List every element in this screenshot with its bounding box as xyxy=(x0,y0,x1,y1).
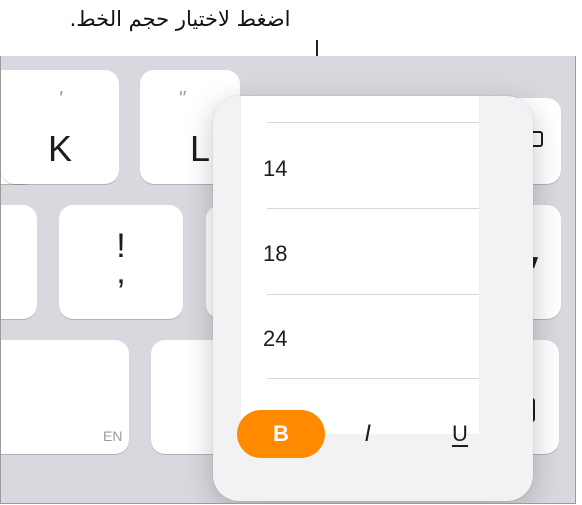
size-divider xyxy=(267,294,479,295)
bold-button[interactable]: B xyxy=(237,410,325,458)
key-punct-alt: , xyxy=(116,253,126,291)
callout-label: اضغط لاختيار حجم الخط. xyxy=(69,7,291,31)
size-divider xyxy=(267,122,479,123)
keyboard-screen: ' K " L ! , EN 14 18 24 B I U xyxy=(0,56,576,504)
key-language-label: EN xyxy=(103,428,123,444)
key-l-alt: " xyxy=(178,88,186,110)
font-size-option-24[interactable]: 24 xyxy=(263,326,287,352)
size-divider xyxy=(267,84,479,85)
font-size-list: 14 18 24 xyxy=(241,84,479,434)
size-divider xyxy=(267,208,479,209)
key-l-label: L xyxy=(190,128,211,169)
key-k[interactable]: ' K xyxy=(1,70,119,184)
key-punctuation[interactable]: ! , xyxy=(59,205,183,319)
key-left-edge-row2[interactable] xyxy=(1,205,37,319)
font-size-option-14[interactable]: 14 xyxy=(263,156,287,182)
key-language[interactable]: EN xyxy=(1,340,129,454)
font-size-option-18[interactable]: 18 xyxy=(263,241,287,267)
size-divider xyxy=(267,378,479,379)
key-k-label: K xyxy=(47,128,72,169)
underline-button[interactable]: U xyxy=(435,410,485,458)
font-size-popup: 14 18 24 B I U xyxy=(213,84,533,501)
key-k-alt: ' xyxy=(58,88,62,110)
italic-button[interactable]: I xyxy=(343,410,393,458)
